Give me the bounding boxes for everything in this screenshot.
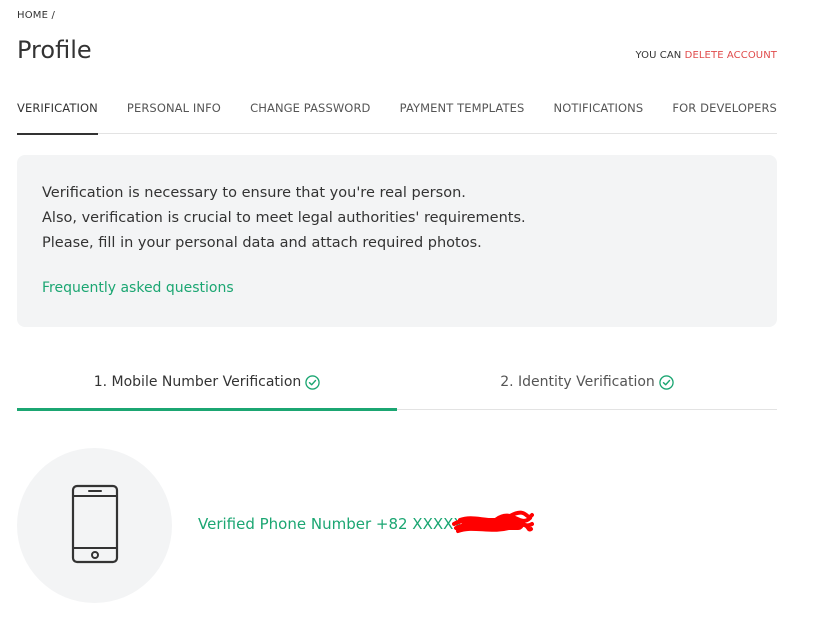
info-line: Please, fill in your personal data and a… — [42, 235, 482, 251]
delete-account-link[interactable]: DELETE ACCOUNT — [685, 50, 777, 61]
page-title: Profile — [17, 36, 92, 64]
tab-notifications[interactable]: NOTIFICATIONS — [554, 101, 644, 134]
step-identity[interactable]: 2. Identity Verification — [397, 361, 777, 410]
profile-tabs: VERIFICATION PERSONAL INFO CHANGE PASSWO… — [17, 101, 777, 135]
phone-icon-circle — [17, 448, 172, 603]
tab-payment-templates[interactable]: PAYMENT TEMPLATES — [400, 101, 525, 134]
verification-steps: 1. Mobile Number Verification 2. Identit… — [17, 361, 777, 411]
tab-personal-info[interactable]: PERSONAL INFO — [127, 101, 221, 134]
check-circle-icon — [305, 375, 320, 390]
verified-phone-number: Verified Phone Number +82 XXXXX — [198, 515, 464, 533]
breadcrumb-home-link[interactable]: HOME — [17, 10, 48, 21]
delete-account-prefix: YOU CAN — [635, 50, 682, 61]
step-mobile-number[interactable]: 1. Mobile Number Verification — [17, 361, 397, 411]
redaction-scribble — [452, 510, 534, 533]
tab-verification[interactable]: VERIFICATION — [17, 101, 98, 135]
faq-link[interactable]: Frequently asked questions — [42, 280, 234, 296]
step-label: 1. Mobile Number Verification — [93, 374, 302, 390]
info-line: Verification is necessary to ensure that… — [42, 185, 466, 201]
tab-change-password[interactable]: CHANGE PASSWORD — [250, 101, 370, 134]
breadcrumb-separator: / — [51, 10, 56, 21]
breadcrumb: HOME / — [17, 10, 55, 21]
verification-info-panel: Verification is necessary to ensure that… — [17, 155, 777, 327]
delete-account-line: YOU CAN DELETE ACCOUNT — [635, 50, 777, 61]
info-line: Also, verification is crucial to meet le… — [42, 210, 526, 226]
tab-for-developers[interactable]: FOR DEVELOPERS — [672, 101, 777, 134]
smartphone-icon — [70, 484, 120, 568]
step-label: 2. Identity Verification — [500, 374, 655, 390]
check-circle-icon — [659, 375, 674, 390]
